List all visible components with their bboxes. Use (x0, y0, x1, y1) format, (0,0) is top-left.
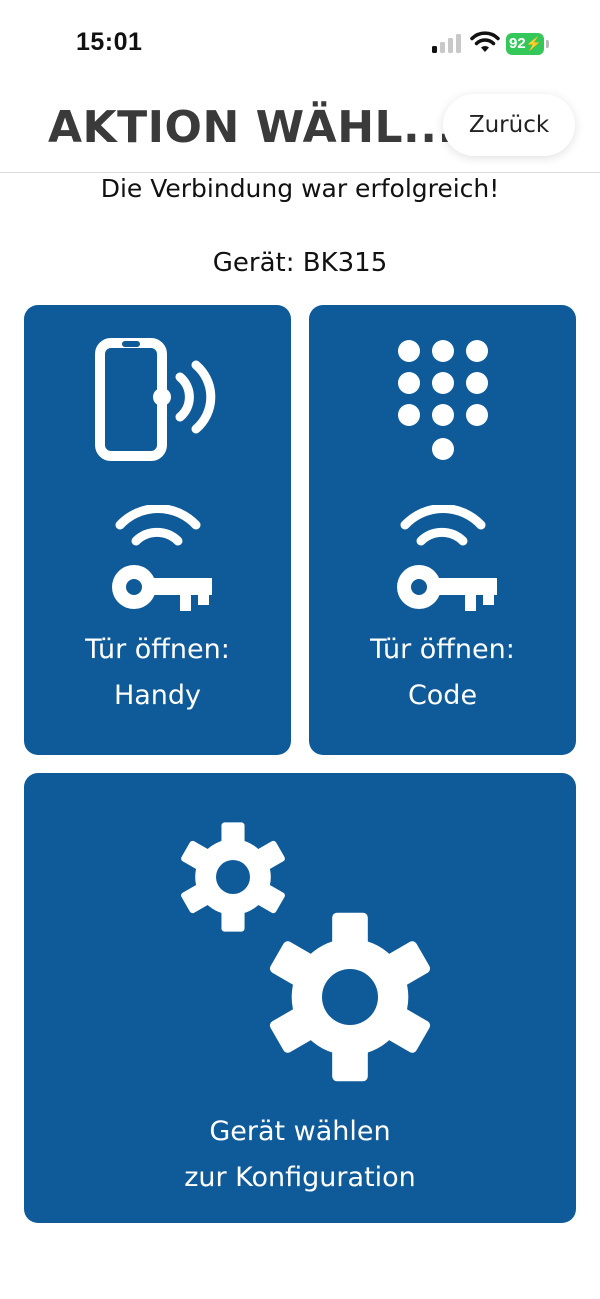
battery-level: 92⚡ (506, 33, 544, 55)
page-title: AKTION WÄHL... (48, 102, 455, 153)
open-door-phone-label: Tür öffnen: Handy (24, 627, 291, 719)
phone-nfc-icon (95, 338, 216, 461)
device-label: Gerät: BK315 (212, 248, 388, 278)
wireless-key-icon (112, 505, 212, 611)
battery-percentage: 92 (509, 35, 526, 52)
open-door-code-label-line1: Tür öffnen: (370, 634, 515, 665)
signal-icon (432, 34, 461, 53)
status-bar: 15:01 92⚡ (0, 0, 600, 90)
battery-charging-icon: 92⚡ (506, 33, 550, 55)
header: AKTION WÄHL... Zurück (0, 90, 600, 173)
wifi-icon (470, 31, 500, 52)
device-config-label: Gerät wählen zur Konfiguration (24, 1109, 576, 1201)
device-config-label-line1: Gerät wählen (209, 1116, 391, 1147)
open-door-code-label-line2: Code (407, 680, 478, 711)
connection-status-message: Die Verbindung war erfolgreich! (100, 174, 500, 203)
status-time: 15:01 (76, 28, 143, 56)
device-config-label-line2: zur Konfiguration (184, 1162, 416, 1193)
back-button[interactable]: Zurück (443, 94, 575, 156)
open-door-phone-label-line2: Handy (113, 680, 202, 711)
open-door-code-label: Tür öffnen: Code (309, 627, 576, 719)
open-door-phone-label-line1: Tür öffnen: (85, 634, 230, 665)
gears-icon (179, 822, 432, 1082)
keypad-icon (398, 340, 488, 460)
device-config-button[interactable]: Gerät wählen zur Konfiguration (24, 773, 576, 1223)
open-door-phone-button[interactable]: Tür öffnen: Handy (24, 305, 291, 755)
open-door-code-button[interactable]: Tür öffnen: Code (309, 305, 576, 755)
wireless-key-icon (397, 505, 497, 611)
